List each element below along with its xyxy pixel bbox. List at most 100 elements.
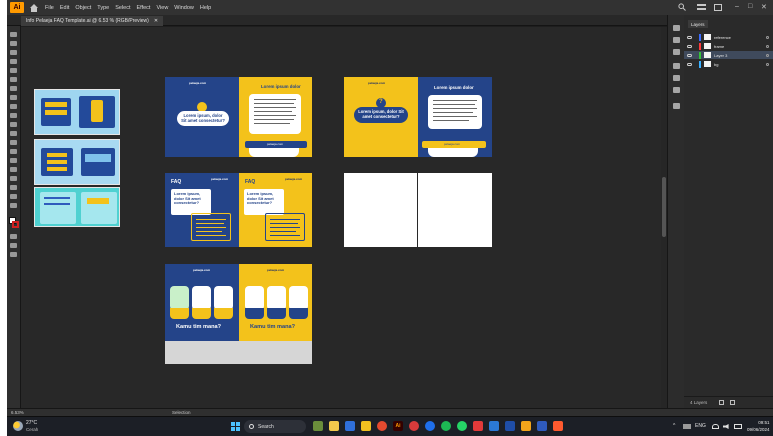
start-button[interactable]	[231, 422, 240, 431]
selection-tool-icon[interactable]	[10, 32, 17, 37]
gradient-tool-icon[interactable]	[10, 149, 17, 154]
app-red-icon[interactable]	[409, 421, 419, 431]
rotate-tool-icon[interactable]	[10, 113, 17, 118]
direct-selection-tool-icon[interactable]	[10, 41, 17, 46]
pencil-tool-icon[interactable]	[10, 95, 17, 100]
minimize-button[interactable]: –	[735, 3, 739, 10]
word-icon[interactable]	[489, 421, 499, 431]
close-tab-icon[interactable]: ✕	[154, 18, 158, 24]
acrobat-icon[interactable]	[473, 421, 483, 431]
reference-thumbnail-3[interactable]	[34, 187, 120, 227]
eyedropper-tool-icon[interactable]	[10, 158, 17, 163]
canvas[interactable]: pelaeja.com Lorem ipsum, dolor Sit amet …	[21, 27, 667, 408]
layer-row-frame[interactable]: frame	[684, 42, 773, 50]
store-icon[interactable]	[345, 421, 355, 431]
tray-app-icon[interactable]	[683, 424, 691, 429]
paragraph-icon[interactable]	[673, 75, 680, 81]
artboard-cover[interactable]: pelaeja.com Lorem ipsum, dolor Sit amet …	[165, 77, 312, 157]
menu-select[interactable]: Select	[115, 5, 130, 11]
zoom-tool-icon[interactable]	[10, 203, 17, 208]
menu-effect[interactable]: Effect	[137, 5, 151, 11]
arrange-documents-icon[interactable]	[697, 4, 706, 10]
width-tool-icon[interactable]	[10, 131, 17, 136]
edit-toolbar-icon[interactable]	[10, 252, 17, 257]
app-navy-icon[interactable]	[505, 421, 515, 431]
target-icon[interactable]	[766, 35, 769, 39]
whatsapp-icon[interactable]	[457, 421, 467, 431]
layer-row-reference[interactable]: reference	[684, 33, 773, 41]
align-icon[interactable]	[673, 49, 680, 55]
tray-chevron-icon[interactable]: ^	[673, 423, 675, 429]
shape-builder-tool-icon[interactable]	[10, 140, 17, 145]
symbol-sprayer-tool-icon[interactable]	[10, 176, 17, 181]
opentype-icon[interactable]	[673, 87, 680, 93]
menu-edit[interactable]: Edit	[60, 5, 69, 11]
artboard-blank-right[interactable]	[418, 173, 492, 247]
illustrator-taskbar-icon[interactable]: Ai	[393, 421, 403, 431]
layer-row-layer-3[interactable]: Layer 3	[684, 51, 773, 59]
maximize-button[interactable]: □	[748, 3, 752, 10]
artboard-faq[interactable]: FAQ FAQ pelaeja.com pelaeja.com Lorem ip…	[165, 173, 312, 247]
weather-desc[interactable]: Cerah	[26, 427, 38, 432]
chrome-icon[interactable]	[377, 421, 387, 431]
libraries-icon[interactable]	[673, 37, 680, 43]
language-indicator[interactable]: ENG	[695, 423, 706, 429]
character-icon[interactable]	[673, 63, 680, 69]
reference-thumbnail-1[interactable]	[34, 89, 120, 135]
menu-file[interactable]: File	[45, 5, 54, 11]
eye-icon[interactable]	[687, 44, 692, 48]
scale-tool-icon[interactable]	[10, 122, 17, 127]
type-tool-icon[interactable]	[10, 86, 17, 91]
menu-window[interactable]: Window	[174, 5, 194, 11]
menu-object[interactable]: Object	[75, 5, 91, 11]
zoom-level[interactable]: 6.53%	[11, 410, 24, 415]
stroke-swatch[interactable]	[12, 221, 19, 228]
weather-icon[interactable]	[13, 421, 23, 431]
menu-type[interactable]: Type	[97, 5, 109, 11]
pen-tool-icon[interactable]	[10, 50, 17, 55]
target-icon[interactable]	[766, 62, 769, 66]
clock[interactable]: 09:51 09/06/2024	[747, 419, 770, 433]
target-icon[interactable]	[766, 44, 769, 48]
artboard-cover-variant[interactable]: pelaeja.com ? Lorem ipsum, dolor Sit ame…	[344, 77, 492, 157]
taskbar-search[interactable]: Search	[244, 420, 306, 433]
menu-view[interactable]: View	[156, 5, 168, 11]
eye-icon[interactable]	[687, 62, 692, 66]
draw-mode-icon[interactable]	[10, 234, 17, 239]
appearance-icon[interactable]	[673, 103, 680, 109]
new-layer-icon[interactable]	[719, 400, 725, 405]
properties-icon[interactable]	[673, 25, 680, 31]
layer-row-bg[interactable]: bg	[684, 60, 773, 68]
screen-mode-icon[interactable]	[10, 243, 17, 248]
artboard-blank-left[interactable]	[344, 173, 417, 247]
layers-tab[interactable]: Layers	[688, 20, 708, 28]
hand-tool-icon[interactable]	[10, 194, 17, 199]
blend-tool-icon[interactable]	[10, 167, 17, 172]
battery-icon[interactable]	[734, 424, 742, 429]
figma-icon[interactable]	[553, 421, 563, 431]
app-blue-icon[interactable]	[425, 421, 435, 431]
artboard-tool-icon[interactable]	[10, 185, 17, 190]
search-icon[interactable]	[678, 3, 686, 11]
spotify-icon[interactable]	[441, 421, 451, 431]
app-blue2-icon[interactable]	[537, 421, 547, 431]
home-icon[interactable]	[29, 3, 39, 13]
eraser-tool-icon[interactable]	[10, 104, 17, 109]
wifi-icon[interactable]	[712, 424, 719, 429]
eye-icon[interactable]	[687, 35, 692, 39]
menu-help[interactable]: Help	[200, 5, 211, 11]
widgets-icon[interactable]	[313, 421, 323, 431]
target-icon[interactable]	[766, 53, 769, 57]
artboard-kamu-tim-mana[interactable]: pelaeja.com pelaeja.com Kamu tim mana? K…	[165, 264, 312, 364]
weather-temp[interactable]: 27°C	[26, 420, 37, 426]
workspace-icon[interactable]	[714, 4, 722, 11]
curvature-tool-icon[interactable]	[10, 59, 17, 64]
delete-layer-icon[interactable]	[730, 400, 736, 405]
folder-icon[interactable]	[361, 421, 371, 431]
eye-icon[interactable]	[687, 53, 692, 57]
close-window-button[interactable]: ✕	[761, 3, 767, 11]
reference-thumbnail-2[interactable]	[34, 139, 120, 185]
file-explorer-icon[interactable]	[329, 421, 339, 431]
document-tab[interactable]: Info Pelaeja FAQ Template.ai @ 6.53 % (R…	[21, 16, 164, 26]
app-orange-icon[interactable]	[521, 421, 531, 431]
